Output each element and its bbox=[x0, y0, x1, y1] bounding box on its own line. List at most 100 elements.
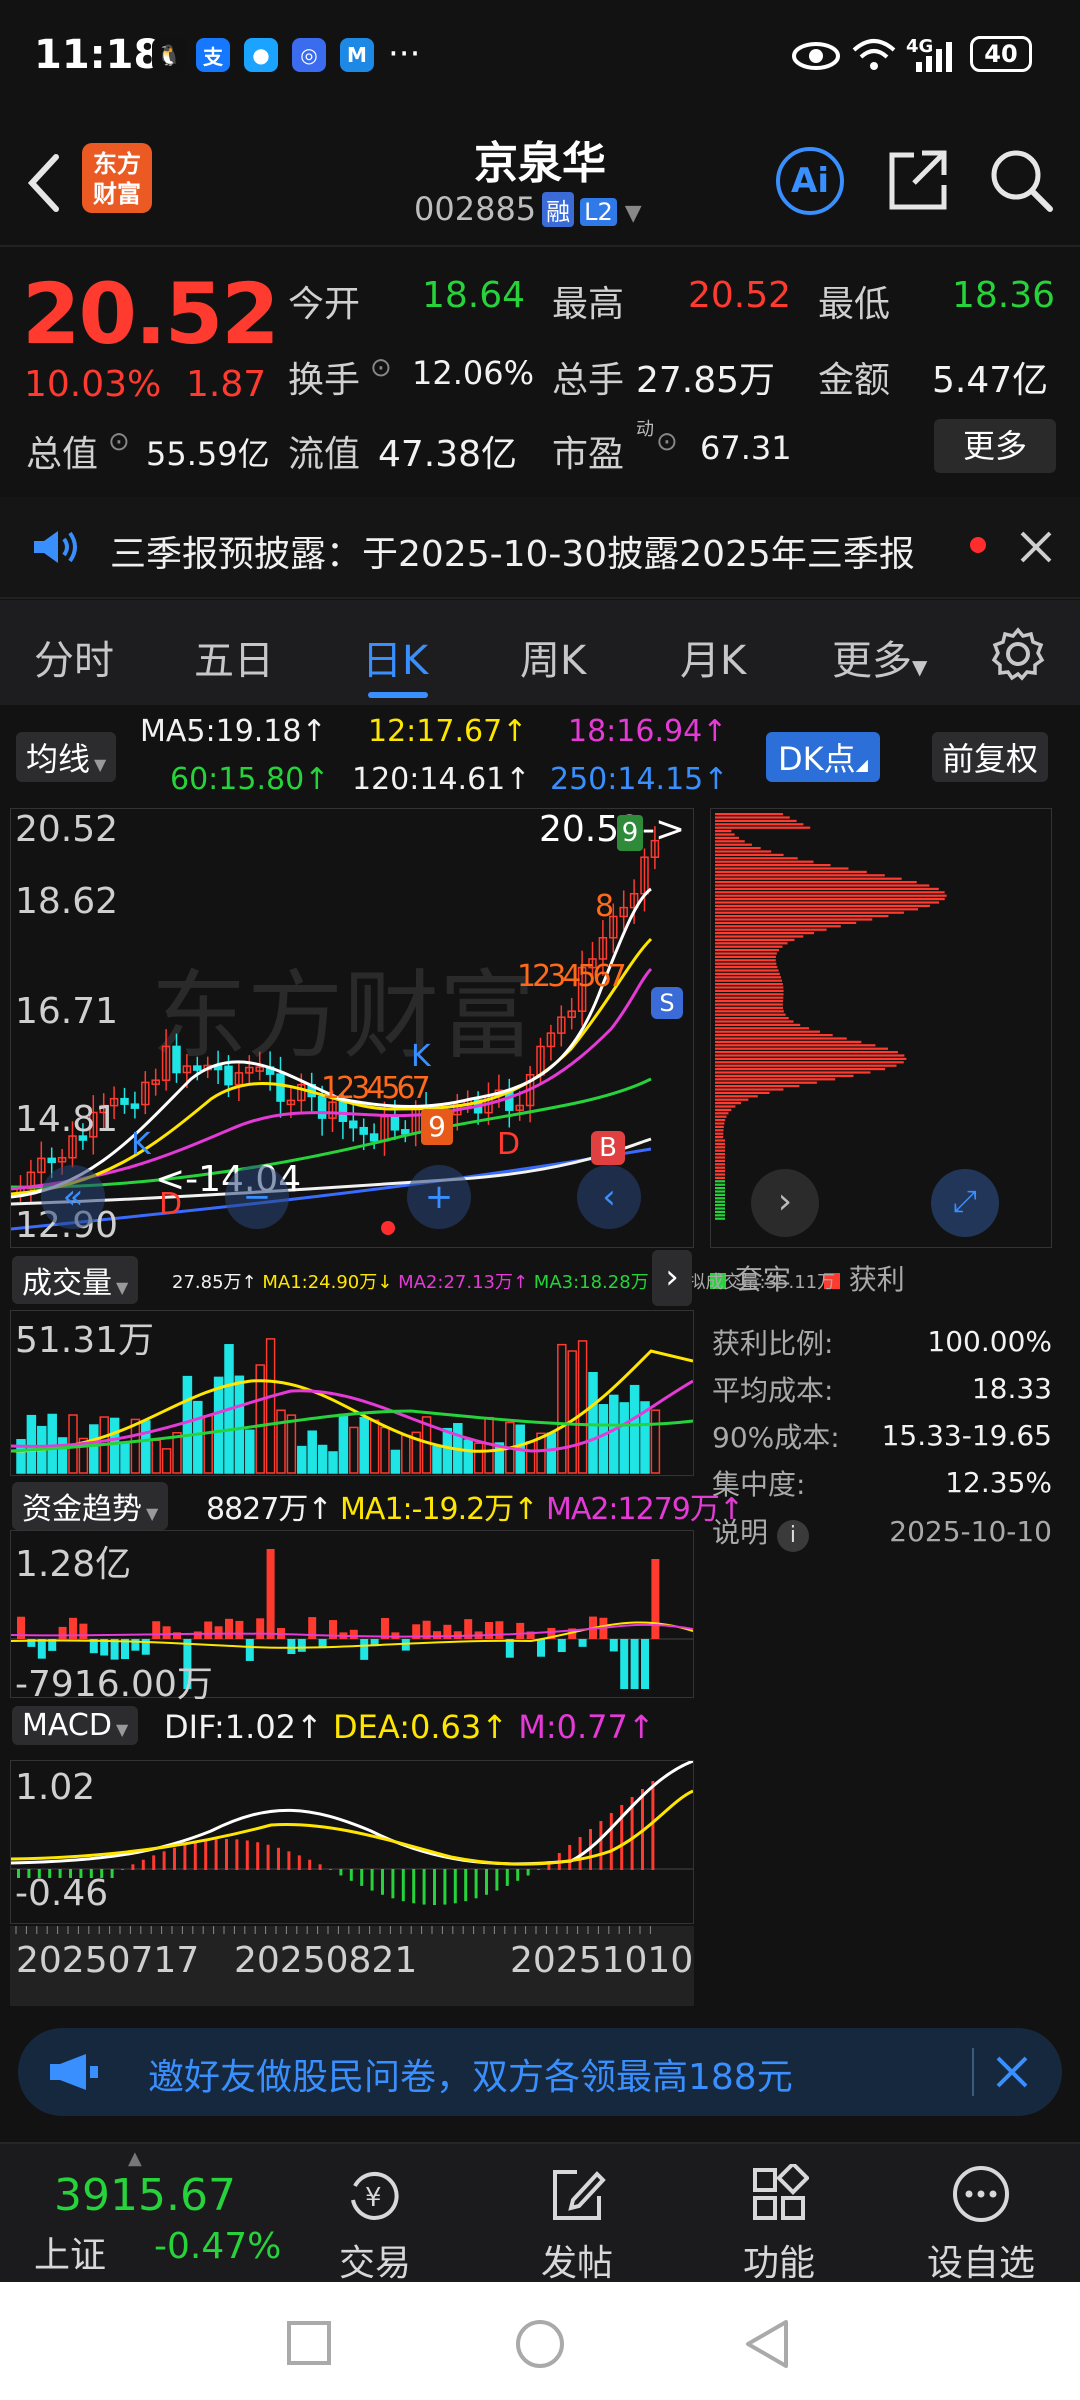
nav-add-watchlist[interactable]: 设自选 bbox=[906, 2164, 1056, 2286]
chip-stat-row: 集中度: 12.35% bbox=[712, 1459, 1052, 1506]
fund-bar bbox=[162, 1626, 171, 1639]
chip-bar bbox=[715, 1098, 749, 1101]
chip-next-button[interactable]: › bbox=[751, 1169, 819, 1237]
td-count: 3 bbox=[351, 1071, 370, 1106]
tab-intraday[interactable]: 分时 bbox=[34, 628, 114, 686]
virtual-volume: 虚拟成交量:35.11万 bbox=[669, 1272, 836, 1293]
more-notifications-icon: ··· bbox=[388, 34, 421, 74]
td-count: 4 bbox=[562, 959, 581, 994]
close-icon[interactable] bbox=[994, 2054, 1030, 2090]
zoom-out-button[interactable]: − bbox=[225, 1165, 289, 1229]
close-icon[interactable] bbox=[1018, 529, 1054, 565]
chip-bar bbox=[715, 1091, 770, 1094]
macd-bar bbox=[401, 1869, 405, 1902]
chip-bar bbox=[715, 1030, 820, 1033]
chip-bar bbox=[715, 853, 784, 856]
ma250-value: 250:14.15↑ bbox=[550, 762, 729, 797]
nav-post[interactable]: 发帖 bbox=[502, 2164, 652, 2286]
td-count: 8 bbox=[595, 889, 615, 924]
macd-bar bbox=[453, 1869, 457, 1904]
rewind-button[interactable]: « bbox=[41, 1165, 105, 1229]
chip-bar bbox=[715, 942, 788, 945]
nav-label: 交易 bbox=[338, 2243, 411, 2284]
invite-banner[interactable]: 邀好友做股民问卷，双方各领最高188元 bbox=[18, 2028, 1062, 2116]
info-icon[interactable]: ⊙ bbox=[656, 427, 678, 457]
macd-bar bbox=[235, 1839, 239, 1870]
ai-label: Ai bbox=[791, 161, 829, 201]
index-name[interactable]: 上证 bbox=[34, 2226, 106, 2278]
fund-indicator-selector[interactable]: 资金趋势 ▼ bbox=[12, 1482, 169, 1530]
chip-bar bbox=[715, 983, 783, 986]
ma120-value: 120:14.61↑ bbox=[352, 762, 531, 797]
share-icon[interactable] bbox=[886, 147, 950, 213]
chip-bar bbox=[715, 864, 831, 867]
search-icon[interactable] bbox=[988, 147, 1054, 213]
chevron-up-icon[interactable]: ▲ bbox=[128, 2148, 142, 2169]
tab-weekly-k[interactable]: 周K bbox=[520, 628, 586, 686]
chip-note-row[interactable]: 说明 i 2025-10-10 bbox=[712, 1506, 1052, 1556]
announcement-bar[interactable]: 三季报预披露：于2025-10-30披露2025年三季报 bbox=[0, 497, 1080, 599]
home-icon[interactable] bbox=[514, 2318, 566, 2370]
event-dot[interactable] bbox=[381, 1221, 395, 1235]
high-value: 20.52 bbox=[688, 275, 792, 316]
more-quote-button[interactable]: 更多 bbox=[934, 419, 1056, 473]
fund-bar bbox=[433, 1631, 441, 1639]
macd-indicator-selector[interactable]: MACD ▼ bbox=[12, 1706, 139, 1745]
nav-trade[interactable]: ¥ 交易 bbox=[300, 2164, 450, 2286]
macd-bar bbox=[329, 1869, 332, 1870]
chip-bar bbox=[715, 1159, 725, 1162]
macd-chart[interactable]: 1.02 -0.46 bbox=[10, 1760, 694, 1924]
chip-stat-value: 18.33 bbox=[971, 1372, 1052, 1405]
adjust-button[interactable]: 前复权 bbox=[932, 732, 1049, 782]
nav-functions[interactable]: 功能 bbox=[704, 2161, 854, 2286]
tab-monthly-k[interactable]: 月K bbox=[680, 628, 746, 686]
chip-bar bbox=[715, 850, 772, 853]
chip-bar bbox=[715, 1051, 898, 1054]
chip-distribution[interactable]: › ⤢ bbox=[710, 808, 1052, 1248]
volume-bar bbox=[328, 1451, 338, 1474]
info-icon[interactable]: ⊙ bbox=[370, 353, 392, 383]
recent-apps-icon[interactable] bbox=[286, 2320, 332, 2366]
prev-button[interactable]: ‹ bbox=[577, 1165, 641, 1229]
info-icon[interactable]: ⊙ bbox=[108, 427, 130, 457]
stock-code: 002885 bbox=[414, 190, 537, 228]
sell-signal-badge[interactable]: S bbox=[651, 987, 683, 1019]
stock-code-row[interactable]: 002885 融 L2 ▼ bbox=[414, 190, 642, 228]
info-icon[interactable]: i bbox=[776, 1519, 809, 1552]
volume-chart[interactable]: 51.31万 bbox=[10, 1310, 694, 1476]
volume-bar bbox=[109, 1417, 120, 1474]
invite-text[interactable]: 邀好友做股民问卷，双方各领最高188元 bbox=[148, 2048, 793, 2100]
announcement-text[interactable]: 三季报预披露：于2025-10-30披露2025年三季报 bbox=[110, 525, 915, 577]
ai-button[interactable]: Ai bbox=[776, 147, 844, 215]
chip-bar bbox=[715, 996, 784, 999]
kline-chart[interactable]: 东方财富 20.52 18.62 16.71 14.81 12.90 20.52… bbox=[10, 808, 694, 1248]
fund-trend-chart[interactable]: 1.28亿 -7916.00万 bbox=[10, 1530, 694, 1705]
td-count: 7 bbox=[607, 959, 627, 994]
chip-stat-value: 100.00% bbox=[927, 1325, 1052, 1358]
low-value: 18.36 bbox=[952, 275, 1056, 316]
volume-bar bbox=[463, 1439, 473, 1474]
chip-bar bbox=[715, 901, 940, 904]
tab-more[interactable]: 更多▼ bbox=[832, 628, 927, 686]
macd-bar bbox=[360, 1869, 364, 1886]
expand-right-icon[interactable]: › bbox=[652, 1250, 692, 1306]
chip-stat-label: 90%成本: bbox=[712, 1420, 840, 1454]
chip-bar bbox=[715, 1010, 784, 1013]
index-value[interactable]: 3915.67 bbox=[54, 2170, 236, 2221]
k-signal: K bbox=[411, 1039, 431, 1074]
expand-icon[interactable]: ⤢ bbox=[931, 1169, 999, 1237]
macd-bar bbox=[370, 1869, 374, 1891]
dk-point-button[interactable]: DK点◢ bbox=[766, 732, 880, 782]
volume-ma3: MA3:18.28万↑ bbox=[533, 1272, 664, 1293]
tab-daily-k[interactable]: 日K bbox=[362, 628, 428, 686]
back-nav-icon[interactable] bbox=[744, 2318, 790, 2370]
tab-five-day[interactable]: 五日 bbox=[194, 628, 274, 686]
zoom-in-button[interactable]: + bbox=[407, 1165, 471, 1229]
ma-selector[interactable]: 均线 ▼ bbox=[16, 732, 117, 782]
gear-icon[interactable] bbox=[990, 626, 1046, 682]
date-ticks bbox=[15, 1926, 651, 1934]
chip-bar bbox=[715, 823, 804, 826]
volume-indicator-selector[interactable]: 成交量 ▼ bbox=[12, 1256, 139, 1304]
more-circle-icon bbox=[953, 2166, 1009, 2222]
buy-signal-badge[interactable]: B bbox=[591, 1131, 625, 1165]
